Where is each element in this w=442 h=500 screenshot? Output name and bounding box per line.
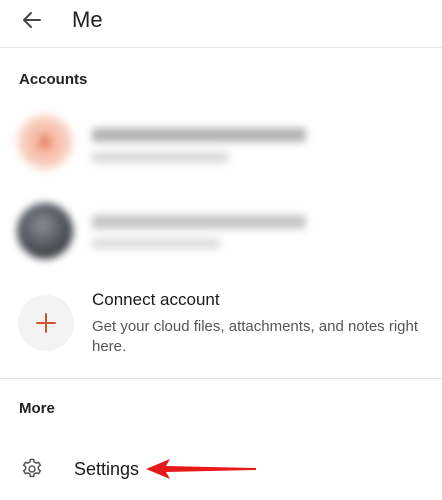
gear-icon	[22, 458, 42, 478]
accounts-section-label: Accounts	[19, 71, 88, 88]
settings-button[interactable]: Settings	[0, 446, 442, 492]
blurred-account-email	[92, 215, 306, 229]
red-arrow-annotation	[146, 459, 256, 479]
connect-account-title: Connect account	[92, 290, 220, 309]
more-section-label: More	[19, 400, 55, 417]
account-item[interactable]: A	[0, 114, 310, 174]
avatar: A	[17, 114, 73, 170]
plus-icon	[36, 313, 56, 333]
blurred-account-type	[92, 152, 228, 163]
connect-account-description: Get your cloud files, attachments, and n…	[92, 318, 419, 355]
blurred-account-type	[92, 238, 220, 249]
settings-label: Settings	[74, 459, 140, 479]
divider	[0, 378, 442, 379]
avatar	[17, 203, 73, 259]
avatar-initial: A	[38, 132, 52, 152]
connect-account-button[interactable]: Connect account Get your cloud files, at…	[0, 290, 442, 370]
account-item[interactable]	[0, 203, 310, 263]
connect-account-icon-circle	[18, 295, 74, 351]
blurred-account-email	[92, 128, 306, 142]
page-title: Me	[72, 7, 103, 32]
app-header: Me	[0, 0, 442, 48]
back-button[interactable]	[18, 6, 46, 34]
arrow-left-icon	[23, 12, 41, 28]
